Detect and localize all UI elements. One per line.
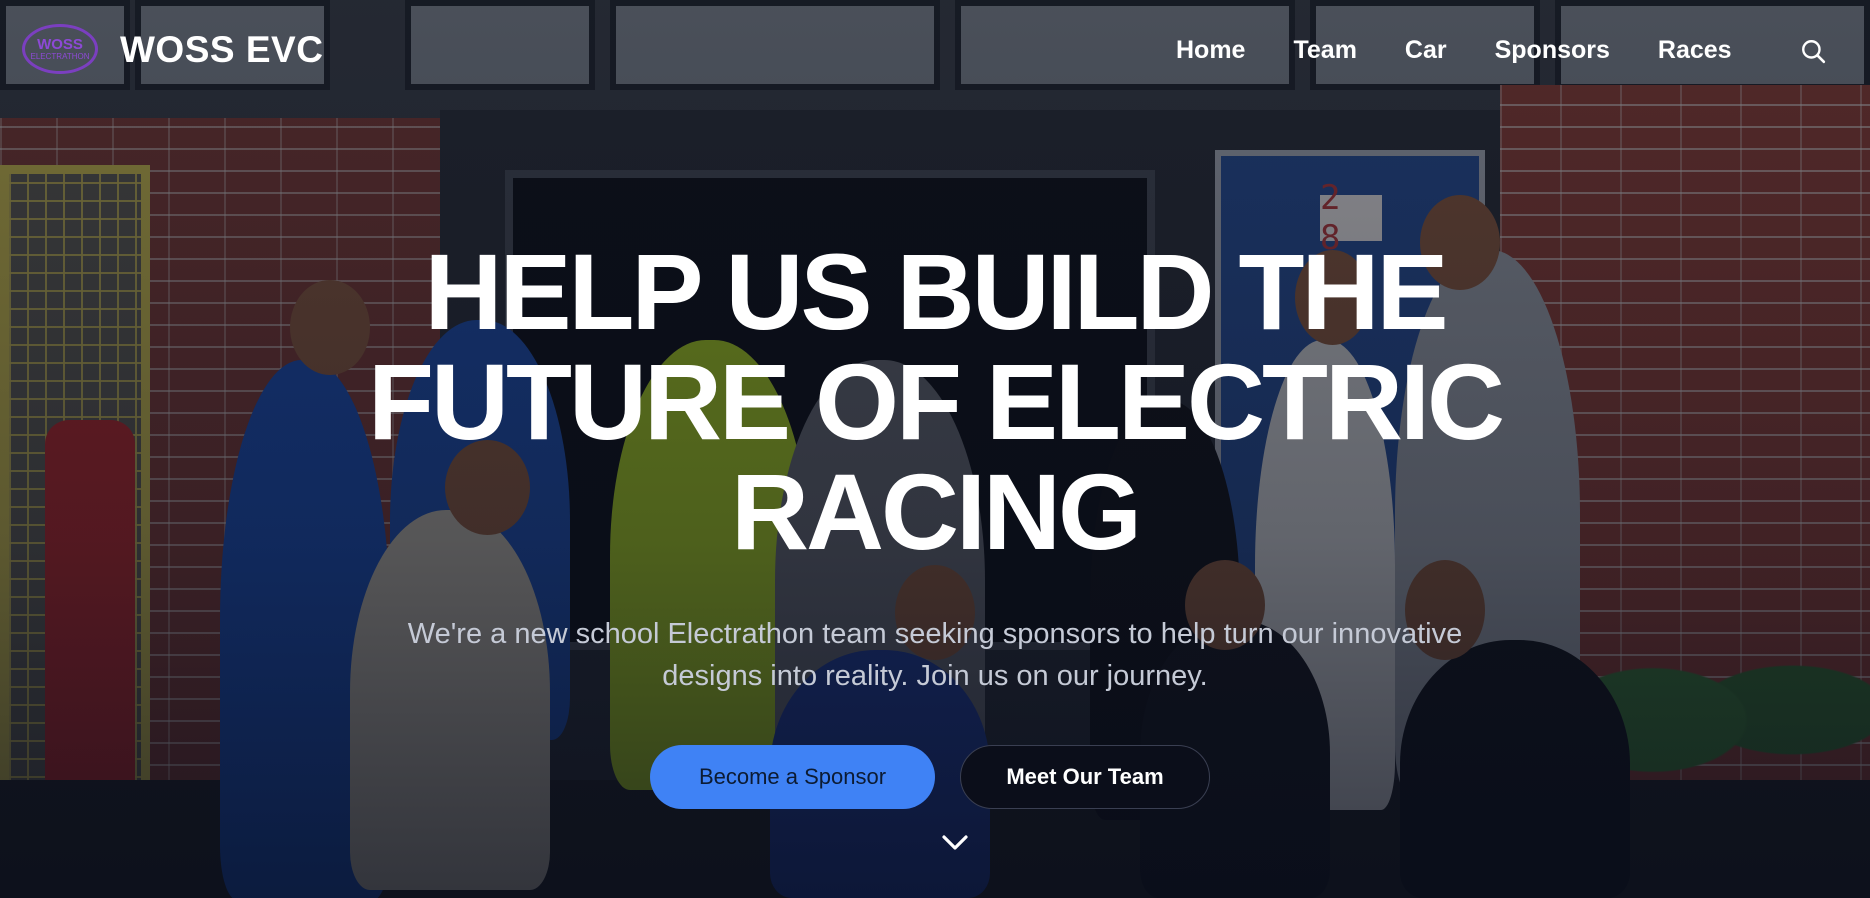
top-navbar: WOSS ELECTRATHON WOSS EVC Home Team Car … (0, 0, 1870, 100)
nav-link-races[interactable]: Races (1658, 34, 1732, 66)
hero-headline: HELP US BUILD THE FUTURE OF ELECTRIC RAC… (368, 231, 1505, 572)
become-sponsor-button[interactable]: Become a Sponsor (650, 745, 935, 809)
logo-text-bottom: ELECTRATHON (30, 52, 90, 61)
nav-link-home[interactable]: Home (1176, 34, 1245, 66)
search-icon[interactable] (1800, 38, 1826, 64)
team-logo[interactable]: WOSS ELECTRATHON (22, 24, 98, 74)
nav-link-team[interactable]: Team (1293, 34, 1356, 66)
hero-subtitle: We're a new school Electrathon team seek… (407, 618, 1463, 692)
logo-text-top: WOSS (37, 36, 83, 53)
chevron-down-icon[interactable] (940, 832, 970, 854)
nav-menu: Home Team Car Sponsors Races (1176, 34, 1780, 66)
nav-link-sponsors[interactable]: Sponsors (1495, 34, 1610, 66)
hero-section: 2 8 WOSS ELECTRATHON WOSS EVC (0, 0, 1870, 898)
meet-team-button[interactable]: Meet Our Team (960, 745, 1210, 809)
nav-link-car[interactable]: Car (1405, 34, 1447, 66)
brand-title[interactable]: WOSS EVC (120, 28, 323, 72)
